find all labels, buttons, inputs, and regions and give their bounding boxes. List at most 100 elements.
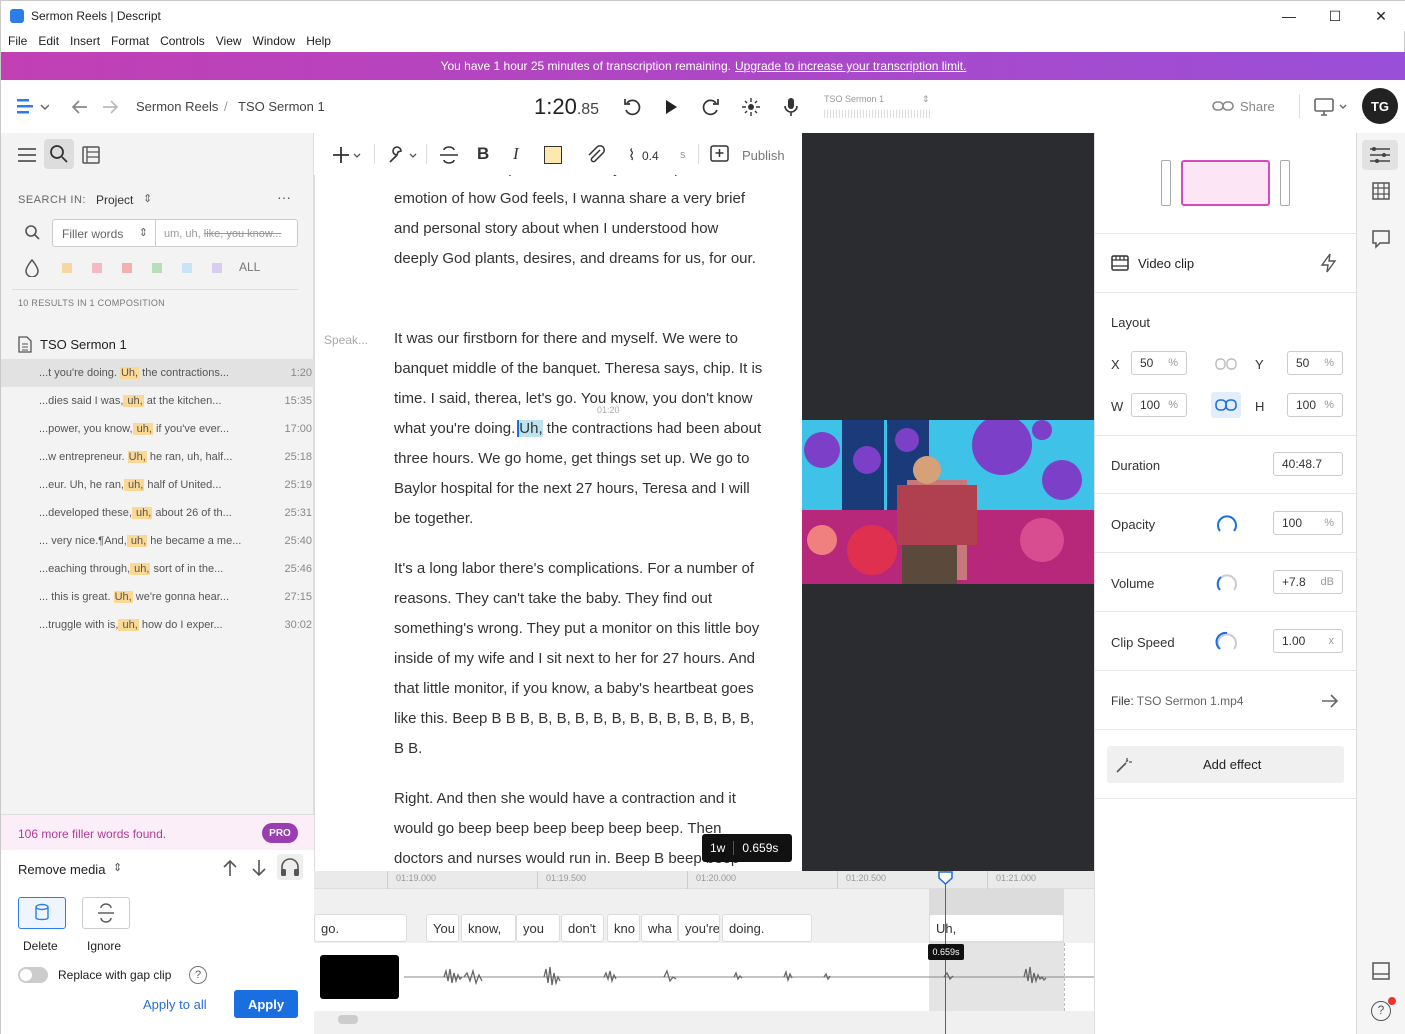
search-tab[interactable] [44,139,74,169]
share-button[interactable]: Share [1240,99,1275,114]
opacity-dial-icon[interactable] [1215,512,1239,536]
timeline-word[interactable]: wha [641,914,678,942]
h-input[interactable]: 100% [1287,393,1343,417]
timeline-word[interactable]: you [516,914,560,942]
timeline-word[interactable]: kno [607,914,640,942]
x-input[interactable]: 50% [1131,351,1187,375]
add-effect-button[interactable]: Add effect [1107,746,1344,783]
minimize-button[interactable]: — [1266,1,1312,31]
breadcrumb-project[interactable]: Sermon Reels [136,99,218,114]
previous-result-arrow-icon[interactable] [222,859,238,877]
result-row[interactable]: ...developed these, uh, about 26 of th..… [1,499,314,527]
back-arrow-icon[interactable] [71,98,89,116]
y-input[interactable]: 50% [1287,351,1343,375]
color-swatch-pink[interactable] [92,263,102,273]
lightning-icon[interactable] [1320,253,1338,273]
result-row[interactable]: ...eaching through, uh, sort of in the..… [1,555,314,583]
result-row[interactable]: ...dies said I was, uh, at the kitchen..… [1,387,314,415]
result-row[interactable]: ... very nice.¶And, uh, he became a me..… [1,527,314,555]
add-icon[interactable] [332,145,364,165]
help-center-icon[interactable]: ? [1371,1001,1391,1021]
arrow-right-icon[interactable] [1321,693,1339,709]
menu-format[interactable]: Format [111,31,149,53]
opacity-input[interactable]: 100% [1273,511,1343,535]
timeline-ruler[interactable]: 01:19.000 01:19.500 01:20.000 01:20.500 … [314,871,1094,889]
volume-dial-icon[interactable] [1215,571,1239,595]
avatar[interactable]: TG [1362,88,1398,124]
panel-toggle-icon[interactable] [1371,961,1391,981]
headphones-icon[interactable] [277,854,303,880]
pro-badge[interactable]: PRO [262,823,298,843]
bold-icon[interactable]: B [477,144,489,164]
timeline-word[interactable]: you're [678,914,720,942]
scenes-icon[interactable] [82,146,100,164]
layout-current-thumb[interactable] [1181,160,1270,206]
upgrade-link[interactable]: Upgrade to increase your transcription l… [735,59,966,73]
monitor-icon[interactable] [1314,97,1350,117]
horizontal-scrollbar[interactable] [338,1015,358,1024]
video-frame[interactable] [802,420,1094,584]
maximize-button[interactable]: ☐ [1312,1,1358,31]
forward-arrow-icon[interactable] [101,98,119,116]
microphone-icon[interactable] [782,96,800,118]
skip-back-icon[interactable] [622,97,642,117]
result-row[interactable]: ...w entrepreneur. Uh, he ran, uh, half.… [1,443,314,471]
timeline-word[interactable]: go. [314,914,407,942]
speed-dial-icon[interactable] [1215,630,1239,654]
timeline-word[interactable]: You [426,914,459,942]
search-scope-dropdown[interactable]: Project [96,193,133,207]
menu-file[interactable]: File [8,31,27,53]
result-row[interactable]: ...t you're doing. Uh, the contractions.… [1,359,314,387]
ignore-option[interactable] [82,897,130,929]
result-row[interactable]: ...truggle with is, uh, how do I exper..… [1,611,314,639]
skip-forward-icon[interactable] [701,97,721,117]
scenes-grid-icon[interactable] [1371,181,1391,201]
layout-next-thumb[interactable] [1280,160,1290,206]
result-row[interactable]: ... this is great. Uh, we're gonna hear.… [1,583,314,611]
attachment-icon[interactable] [586,145,606,165]
timeline-word[interactable]: doing. [722,914,812,942]
result-row[interactable]: ...power, you know, uh, if you've ever..… [1,415,314,443]
breadcrumb-composition[interactable]: TSO Sermon 1 [238,99,325,114]
close-button[interactable]: ✕ [1358,1,1404,31]
color-swatch-orange[interactable] [62,263,72,273]
gap-icon[interactable]: ⌇ [628,146,635,164]
descript-menu-icon[interactable] [15,97,49,117]
strikethrough-icon[interactable] [439,146,459,164]
timeline-word-selected[interactable]: Uh, [929,914,1064,942]
wrench-icon[interactable] [386,145,420,165]
color-swatch-blue[interactable] [182,263,192,273]
transcript-paragraph-current[interactable]: It was our firstborn for there and mysel… [394,324,766,534]
menu-window[interactable]: Window [253,31,296,53]
duration-input[interactable]: 40:48.7 [1273,452,1343,476]
color-swatch-red[interactable] [122,263,132,273]
highlight-icon[interactable] [544,146,562,164]
menu-controls[interactable]: Controls [160,31,205,53]
more-options-icon[interactable]: ··· [277,189,291,205]
layout-prev-thumb[interactable] [1161,160,1171,206]
apply-button[interactable]: Apply [234,990,298,1018]
drop-icon[interactable] [25,259,39,277]
play-icon[interactable] [663,98,679,116]
volume-input[interactable]: +7.8 dB [1273,570,1343,594]
search-input[interactable]: um, uh, like, you know... [155,219,298,247]
aspect-lock-icon[interactable] [1211,392,1241,418]
hamburger-icon[interactable] [18,147,36,163]
delete-option[interactable] [18,897,66,929]
help-icon[interactable]: ? [189,966,207,984]
video-thumbnail[interactable] [320,955,399,999]
timeline-word[interactable]: know, [461,914,516,942]
all-colors-button[interactable]: ALL [239,260,260,274]
result-row[interactable]: ...eur. Uh, he ran, uh, half of United..… [1,471,314,499]
publish-icon[interactable] [710,145,730,165]
timeline-word[interactable]: don't [561,914,604,942]
menu-insert[interactable]: Insert [70,31,100,53]
publish-button[interactable]: Publish [742,148,785,163]
menu-view[interactable]: View [216,31,242,53]
selected-word[interactable]: Uh, [519,420,543,437]
filter-type-dropdown[interactable]: Filler words ⇕ [52,219,156,247]
track-name[interactable]: TSO Sermon 1 [824,94,884,104]
studio-sound-icon[interactable] [741,97,761,117]
clip-speed-input[interactable]: 1.00 x [1273,629,1343,653]
next-result-arrow-icon[interactable] [251,859,267,877]
